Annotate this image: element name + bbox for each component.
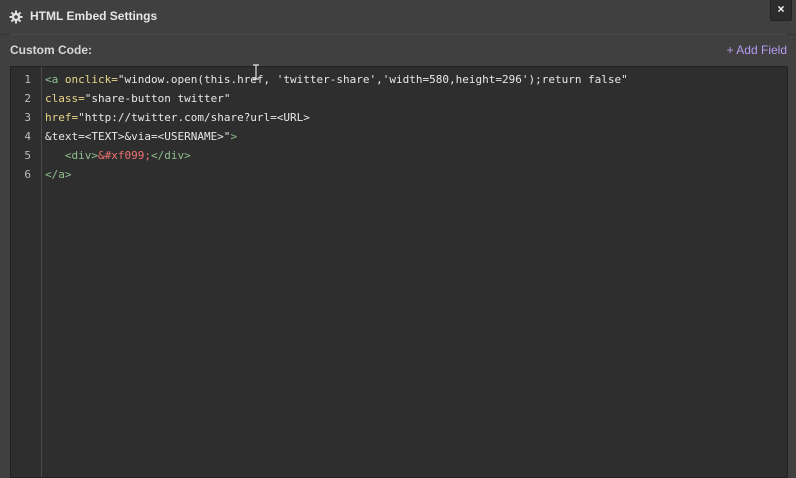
- code-token: &#xf099;: [98, 149, 151, 162]
- line-number: 4: [24, 130, 31, 143]
- code-token: "share-button twitter": [84, 92, 231, 105]
- code-token: <div>: [64, 149, 98, 162]
- line-number: 1: [24, 73, 31, 86]
- gear-icon: [9, 10, 23, 24]
- line-number: 3: [24, 111, 31, 124]
- code-token: &text=<TEXT>&via=<USERNAME>": [45, 130, 231, 143]
- code-token: href=: [45, 111, 79, 124]
- code-content[interactable]: <a onclick="window.open(this.href, 'twit…: [45, 70, 628, 184]
- custom-code-label: Custom Code:: [10, 43, 92, 57]
- line-number: 2: [24, 92, 31, 105]
- add-field-link[interactable]: + Add Field: [727, 43, 787, 57]
- dialog-titlebar: HTML Embed Settings ×: [0, 0, 796, 35]
- code-token: >: [230, 130, 238, 143]
- code-token: onclick=: [64, 73, 118, 86]
- text-cursor-icon: [253, 64, 259, 80]
- code-line: <div>&#xf099;</div>: [45, 146, 628, 165]
- line-number: 6: [24, 168, 31, 181]
- dialog-title: HTML Embed Settings: [30, 9, 158, 23]
- code-token: <a: [45, 73, 65, 86]
- code-line: href="http://twitter.com/share?url=<URL>: [45, 108, 628, 127]
- code-token: "http://twitter.com/share?url=<URL>: [78, 111, 310, 124]
- divider: [10, 34, 786, 35]
- code-token: </a>: [45, 168, 72, 181]
- close-button[interactable]: ×: [770, 0, 792, 21]
- code-token: </div>: [150, 149, 191, 162]
- code-line: </a>: [45, 165, 628, 184]
- code-line: &text=<TEXT>&via=<USERNAME>">: [45, 127, 628, 146]
- code-editor[interactable]: 1 2 3 4 5 6 <a onclick="window.open(this.href…: [10, 66, 788, 478]
- line-number-gutter: 1 2 3 4 5 6: [11, 67, 42, 477]
- code-line: <a onclick="window.open(this.href, 'twit…: [45, 70, 628, 89]
- code-line: class="share-button twitter": [45, 89, 628, 108]
- code-token: class=: [45, 92, 85, 105]
- line-number: 5: [24, 149, 31, 162]
- code-token: "window.open(this.href, 'twitter-share',…: [117, 73, 628, 86]
